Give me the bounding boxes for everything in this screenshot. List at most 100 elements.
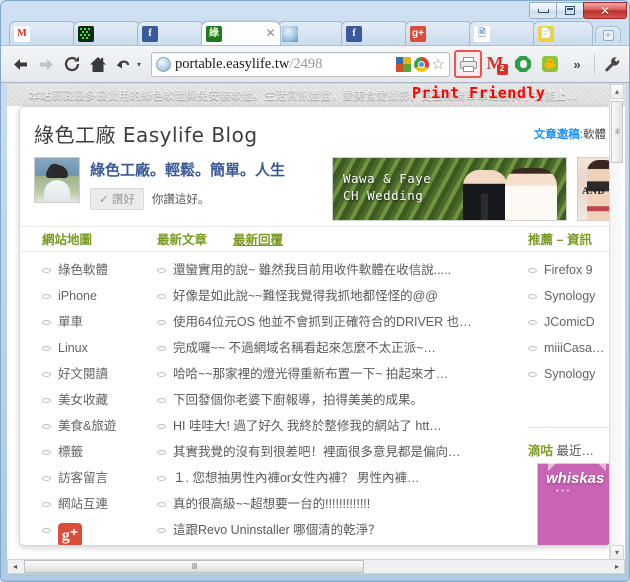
tab-docs[interactable]: 🗎 xyxy=(469,21,537,45)
list-item[interactable]: 單車 xyxy=(42,315,152,330)
horizontal-scroll-thumb[interactable]: ‖‖ xyxy=(24,560,364,573)
close-button[interactable]: ✕ xyxy=(583,2,627,19)
color-squares-extension-icon[interactable] xyxy=(395,56,411,72)
list-item[interactable]: 其實我覺的沒有到很差吧！裡面很多意見都是偏向… xyxy=(157,445,517,460)
wedding-ad-text: Wawa & Faye CH Wedding xyxy=(343,171,432,203)
recent-history-button[interactable] xyxy=(111,51,137,77)
home-button[interactable] xyxy=(85,51,111,77)
bookmark-star-icon[interactable]: ☆ xyxy=(432,57,445,72)
list-item[interactable]: 好像是如此說~~難怪我覺得我抓地都怪怪的@@ xyxy=(157,289,517,304)
submit-article-label: 文章邀稿 xyxy=(533,129,580,141)
chrome-menu-button[interactable] xyxy=(599,51,625,77)
forward-button[interactable] xyxy=(33,51,59,77)
list-item[interactable]: Synology xyxy=(528,289,610,304)
minimize-button[interactable] xyxy=(529,2,557,19)
list-item[interactable]: 綠色軟體 xyxy=(42,263,152,278)
list-item[interactable]: Linux xyxy=(42,341,152,356)
facebook-page-name[interactable]: 綠色工廠。輕鬆。簡單。人生 xyxy=(90,159,285,180)
address-bar[interactable]: portable.easylife.tw/2498 ☆ xyxy=(151,51,450,77)
list-item[interactable]: 這跟Revo Uninstaller 哪個清的乾淨？ xyxy=(157,523,517,538)
bullet-icon xyxy=(528,294,537,299)
page-vertical-scrollbar[interactable]: ▴ ‖‖ ▾ xyxy=(609,84,624,560)
like-button[interactable]: ✓ 讚好 xyxy=(90,188,144,210)
column-header-latest-posts[interactable]: 最新文章 xyxy=(157,229,207,248)
new-tab-button[interactable]: + xyxy=(595,26,621,43)
whiskas-logo-text: whiskas xyxy=(546,470,605,487)
extensions-overflow-button[interactable]: » xyxy=(564,51,590,77)
site-banner: 本站蒒藏最多最實用的綠色軟體與免安裝軟體。生活資訊豐富，愛美食愛攝影，更望為騎單… xyxy=(7,84,625,106)
horizontal-scroll-track[interactable]: ‖‖ xyxy=(22,560,610,573)
list-item[interactable]: miiiCasa… xyxy=(528,341,610,356)
title-bar: ✕ xyxy=(1,1,629,19)
page-horizontal-scrollbar[interactable]: ◂ ‖‖ ▸ xyxy=(7,559,625,574)
history-caret-icon[interactable]: ▾ xyxy=(137,60,149,69)
easylife-icon: 綠 xyxy=(206,25,222,42)
column-header-latest-comments[interactable]: 最新回覆 xyxy=(233,229,283,248)
list-item[interactable]: Firefox 9 xyxy=(528,263,610,278)
page-title: 綠色工廠 Easylife Blog xyxy=(34,123,258,147)
list-item[interactable]: 使用64位元OS 他並不會抓到正確符合的DRIVER 也… xyxy=(157,315,517,330)
list-item[interactable]: 還蠻實用的說~ 雖然我目前用收件軟體在收信說..... xyxy=(157,263,517,278)
bullet-icon xyxy=(157,476,166,481)
extension-buttons: M 2 🐥 » xyxy=(454,50,625,78)
tab-feed[interactable]: 📄 xyxy=(533,21,593,45)
tab-facebook-1[interactable]: f xyxy=(137,21,205,45)
list-item[interactable]: １. 您想抽男性內褲or女性內褲？ 男性內褲… xyxy=(157,471,517,486)
scroll-left-button[interactable]: ◂ xyxy=(8,560,22,573)
bullet-icon xyxy=(42,502,51,507)
list-item[interactable]: 完成囉~~ 不過網域名稱看起來怎麼不太正派~… xyxy=(157,341,517,356)
submit-article-link[interactable]: 文章邀稿:軟體 xyxy=(534,126,606,142)
reload-button[interactable] xyxy=(59,51,85,77)
tab-strip: M f 綠 ✕ f g+ 🗎 📄 + xyxy=(1,19,629,45)
list-item[interactable]: 好文閱讀 xyxy=(42,367,152,382)
bullet-icon xyxy=(528,372,537,377)
latest-comments-list: 還蠻實用的說~ 雖然我目前用收件軟體在收信說..... 好像是如此說~~難怪我覺… xyxy=(157,263,517,545)
tab-google-plus[interactable]: g+ xyxy=(405,21,473,45)
list-item[interactable]: 網站互連 xyxy=(42,497,152,512)
list-item[interactable]: 真的很高級~~超想要一台的!!!!!!!!!!!!! xyxy=(157,497,517,512)
maximize-button[interactable] xyxy=(556,2,584,19)
green-octagon-button[interactable] xyxy=(510,51,536,77)
scroll-down-button[interactable]: ▾ xyxy=(610,545,624,560)
column-header-recommend: 推薦 – 資訊 xyxy=(528,233,592,247)
evernote-button[interactable]: 🐥 xyxy=(537,51,563,77)
bullet-icon xyxy=(42,268,51,273)
bullet-icon xyxy=(42,346,51,351)
list-item[interactable]: 哈哈~~那家裡的燈光得重新布置一下~ 拍起來才… xyxy=(157,367,517,382)
tab-gmail[interactable]: M xyxy=(9,21,77,45)
printer-icon xyxy=(459,56,477,72)
chrome-extension-icon[interactable] xyxy=(413,56,429,72)
tab-facebook-2[interactable]: f xyxy=(341,21,409,45)
tab-globe[interactable] xyxy=(277,21,345,45)
list-item[interactable]: 訪客留言 xyxy=(42,471,152,486)
list-item[interactable]: HI 哇哇大! 過了好久 我終於整修我的網站了 htt… xyxy=(157,419,517,434)
bullet-icon xyxy=(528,268,537,273)
bullet-icon xyxy=(528,320,537,325)
list-item[interactable]: Synology xyxy=(528,367,610,382)
print-friendly-overlay-text: Print Friendly xyxy=(412,84,546,102)
maximize-icon xyxy=(565,6,575,15)
list-item[interactable]: 標籤 xyxy=(42,445,152,460)
list-item[interactable]: JComicD xyxy=(528,315,610,330)
list-item[interactable]: 美女收藏 xyxy=(42,393,152,408)
tab-easylife-active[interactable]: 綠 ✕ xyxy=(201,21,281,45)
divider xyxy=(20,251,610,252)
vertical-scroll-thumb[interactable]: ‖‖ xyxy=(611,101,623,163)
list-item-google-plus[interactable]: g⁺ xyxy=(42,523,152,545)
list-item[interactable]: 美食&旅遊 xyxy=(42,419,152,434)
whiskas-ad-banner[interactable]: whiskas • • • xyxy=(537,463,610,545)
print-friendly-button[interactable] xyxy=(454,50,482,78)
side-ad-banner[interactable]: AND xyxy=(577,157,610,221)
list-item[interactable]: 下回發個你老婆下廚報導，拍得美美的成果。 xyxy=(157,393,517,408)
facebook-widget-text: 綠色工廠。輕鬆。簡單。人生 ✓ 讚好 你讚這好。 xyxy=(90,157,285,223)
list-item[interactable]: iPhone xyxy=(42,289,152,304)
scroll-up-button[interactable]: ▴ xyxy=(610,84,624,99)
gmail-checker-button[interactable]: M 2 xyxy=(483,51,509,77)
scroll-right-button[interactable]: ▸ xyxy=(610,560,624,573)
tab-close-icon[interactable]: ✕ xyxy=(264,27,277,40)
gmail-icon: M 2 xyxy=(487,54,508,75)
page-info-icon[interactable] xyxy=(156,56,171,72)
wedding-ad-banner[interactable]: Wawa & Faye CH Wedding xyxy=(332,157,567,221)
tab-green-grid[interactable] xyxy=(73,21,141,45)
back-button[interactable] xyxy=(7,51,33,77)
